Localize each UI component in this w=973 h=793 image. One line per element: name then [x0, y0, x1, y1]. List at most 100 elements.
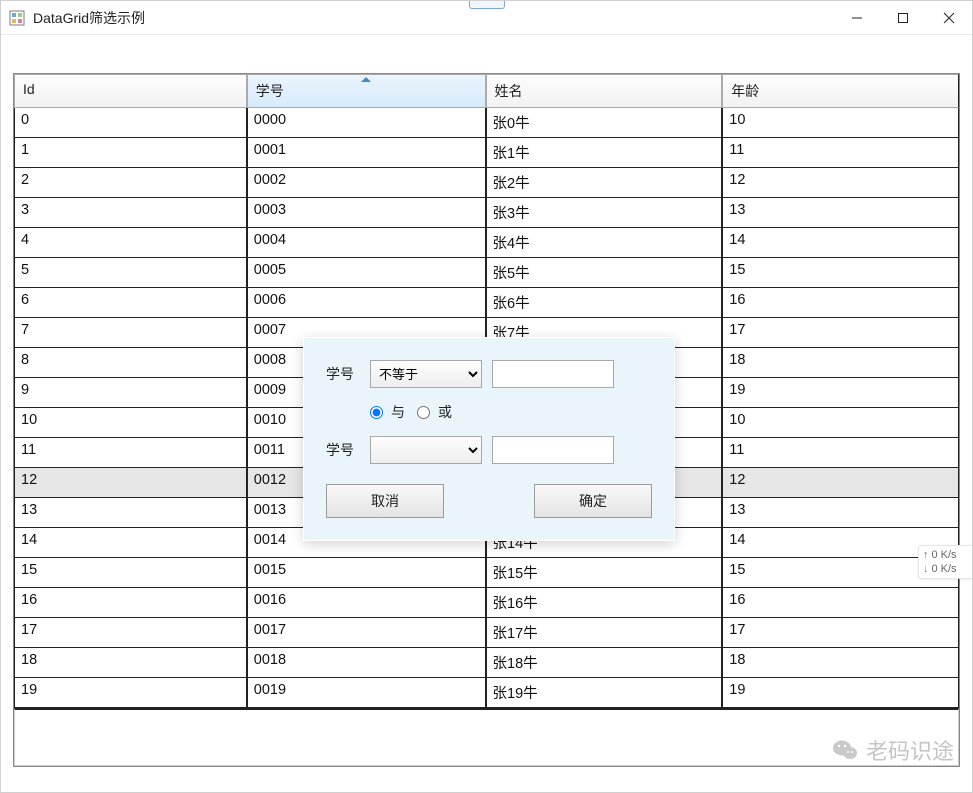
cell: 18 — [722, 648, 959, 678]
app-window: DataGrid筛选示例 Id学号姓名年龄 00000张0牛1010001张1牛… — [0, 0, 973, 793]
app-icon — [9, 10, 25, 26]
cell: 5 — [14, 258, 247, 288]
filter-row-2: 学号 — [326, 436, 652, 464]
table-row[interactable]: 60006张6牛16 — [14, 288, 959, 318]
cell: 0002 — [247, 168, 486, 198]
cell: 17 — [14, 618, 247, 648]
cell: 8 — [14, 348, 247, 378]
cell: 0019 — [247, 678, 486, 708]
minimize-button[interactable] — [834, 1, 880, 34]
filter-logic-row: 与 或 — [326, 402, 652, 422]
column-header-1[interactable]: 学号 — [247, 74, 486, 108]
cell: 0000 — [247, 108, 486, 138]
filter-logic-and-radio[interactable] — [370, 406, 383, 419]
table-row[interactable]: 00000张0牛10 — [14, 108, 959, 138]
cell: 12 — [722, 468, 959, 498]
netspeed-down-unit: K/s — [941, 563, 957, 575]
table-row[interactable]: 190019张19牛19 — [14, 678, 959, 708]
filter-field2-label: 学号 — [326, 440, 360, 460]
cell: 19 — [14, 678, 247, 708]
window-controls — [834, 1, 972, 34]
grid-footer — [14, 708, 959, 766]
cell: 17 — [722, 318, 959, 348]
cell: 18 — [14, 648, 247, 678]
netspeed-down-row: ↓ 0 K/s — [923, 562, 968, 576]
filter-op1-select[interactable]: 不等于 — [370, 360, 482, 388]
table-row[interactable]: 20002张2牛12 — [14, 168, 959, 198]
table-row[interactable]: 10001张1牛11 — [14, 138, 959, 168]
filter-logic-or-radio[interactable] — [417, 406, 430, 419]
maximize-button[interactable] — [880, 1, 926, 34]
cell: 张18牛 — [486, 648, 723, 678]
filter-logic-and-label: 与 — [391, 402, 405, 422]
wechat-icon — [832, 739, 858, 761]
sort-asc-icon — [361, 77, 371, 82]
cell: 10 — [14, 408, 247, 438]
column-header-0[interactable]: Id — [14, 74, 247, 108]
cell: 14 — [722, 228, 959, 258]
cell: 13 — [722, 198, 959, 228]
cell: 张4牛 — [486, 228, 723, 258]
filter-buttons: 取消 确定 — [326, 484, 652, 518]
cell: 15 — [14, 558, 247, 588]
table-row[interactable]: 170017张17牛17 — [14, 618, 959, 648]
table-row[interactable]: 50005张5牛15 — [14, 258, 959, 288]
cell: 16 — [722, 288, 959, 318]
cell: 0018 — [247, 648, 486, 678]
close-button[interactable] — [926, 1, 972, 34]
cell: 10 — [722, 108, 959, 138]
cell: 0016 — [247, 588, 486, 618]
netspeed-up-row: ↑ 0 K/s — [923, 548, 968, 562]
cell: 0006 — [247, 288, 486, 318]
cell: 13 — [722, 498, 959, 528]
netspeed-overlay: ↑ 0 K/s ↓ 0 K/s — [918, 545, 972, 579]
arrow-up-icon: ↑ — [923, 549, 929, 561]
column-header-3[interactable]: 年龄 — [722, 74, 959, 108]
cell: 17 — [722, 618, 959, 648]
window-title: DataGrid筛选示例 — [33, 8, 145, 28]
cell: 7 — [14, 318, 247, 348]
cell: 张5牛 — [486, 258, 723, 288]
cancel-button[interactable]: 取消 — [326, 484, 444, 518]
table-row[interactable]: 180018张18牛18 — [14, 648, 959, 678]
cell: 14 — [14, 528, 247, 558]
watermark-text: 老码识途 — [866, 734, 954, 766]
cell: 0001 — [247, 138, 486, 168]
table-row[interactable]: 40004张4牛14 — [14, 228, 959, 258]
ok-button[interactable]: 确定 — [534, 484, 652, 518]
filter-value2-input[interactable] — [492, 436, 614, 464]
arrow-down-icon: ↓ — [923, 563, 929, 575]
cell: 0004 — [247, 228, 486, 258]
filter-popup: 学号 不等于 与 或 学号 取消 确定 — [303, 337, 675, 541]
cell: 张6牛 — [486, 288, 723, 318]
cell: 1 — [14, 138, 247, 168]
column-header-2[interactable]: 姓名 — [486, 74, 723, 108]
cell: 6 — [14, 288, 247, 318]
cell: 4 — [14, 228, 247, 258]
cell: 张0牛 — [486, 108, 723, 138]
table-row[interactable]: 150015张15牛15 — [14, 558, 959, 588]
cell: 11 — [14, 438, 247, 468]
titlebar-left: DataGrid筛选示例 — [9, 8, 145, 28]
table-row[interactable]: 160016张16牛16 — [14, 588, 959, 618]
cell: 0005 — [247, 258, 486, 288]
cell: 张19牛 — [486, 678, 723, 708]
cell: 11 — [722, 138, 959, 168]
titlebar-center-tab — [469, 0, 505, 9]
cell: 9 — [14, 378, 247, 408]
filter-op2-select[interactable] — [370, 436, 482, 464]
cell: 0 — [14, 108, 247, 138]
cell: 12 — [14, 468, 247, 498]
filter-value1-input[interactable] — [492, 360, 614, 388]
table-row[interactable]: 30003张3牛13 — [14, 198, 959, 228]
cell: 张3牛 — [486, 198, 723, 228]
cell: 10 — [722, 408, 959, 438]
cell: 3 — [14, 198, 247, 228]
cell: 19 — [722, 678, 959, 708]
watermark: 老码识途 — [832, 734, 954, 766]
netspeed-down-value: 0 — [932, 563, 938, 575]
content-area: Id学号姓名年龄 00000张0牛1010001张1牛1120002张2牛123… — [1, 35, 972, 792]
cell: 13 — [14, 498, 247, 528]
netspeed-up-value: 0 — [932, 549, 938, 561]
cell: 16 — [14, 588, 247, 618]
